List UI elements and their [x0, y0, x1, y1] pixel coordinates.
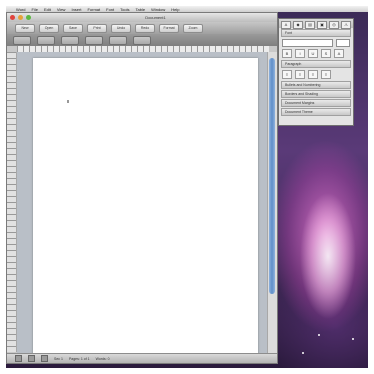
- gallery-tab[interactable]: [133, 35, 151, 45]
- word-count: Words: 0: [95, 356, 110, 361]
- section-indicator: Sec 1: [54, 356, 63, 361]
- font-name-field[interactable]: [282, 39, 333, 47]
- font-section[interactable]: Font: [281, 29, 351, 37]
- format-button[interactable]: Format: [159, 23, 179, 33]
- borders-section[interactable]: Borders and Shading: [281, 90, 351, 98]
- elements-gallery: [7, 34, 277, 46]
- menu-item-edit[interactable]: Edit: [44, 7, 51, 12]
- margins-section[interactable]: Document Margins: [281, 99, 351, 107]
- title-bar[interactable]: Document1: [7, 13, 277, 22]
- font-size-field[interactable]: [336, 39, 350, 47]
- paragraph-section[interactable]: Paragraph: [281, 60, 351, 68]
- document-page[interactable]: [33, 58, 258, 358]
- menu-item-format[interactable]: Format: [87, 7, 100, 12]
- close-button[interactable]: [10, 15, 15, 20]
- paragraph-row: ≡ ≡ ≡ ≡: [282, 70, 350, 79]
- strikethrough-button[interactable]: S: [321, 49, 331, 58]
- font-color-button[interactable]: A: [334, 49, 344, 58]
- gallery-tab[interactable]: [37, 35, 55, 45]
- print-layout-view-icon[interactable]: [41, 355, 48, 362]
- save-button[interactable]: Save: [63, 23, 83, 33]
- word-window: Document1 New Open Save Print Undo Redo …: [6, 12, 278, 364]
- citations-tab[interactable]: ▤: [305, 21, 315, 29]
- compatibility-tab[interactable]: ⚠: [341, 21, 351, 29]
- menu-item-view[interactable]: View: [57, 7, 66, 12]
- gallery-tab[interactable]: [85, 35, 103, 45]
- menu-item-file[interactable]: File: [31, 7, 37, 12]
- font-style-row: B I U S A: [282, 49, 350, 58]
- screen: Word File Edit View Insert Format Font T…: [6, 6, 368, 368]
- gallery-tab[interactable]: [13, 35, 31, 45]
- menu-item-help[interactable]: Help: [171, 7, 179, 12]
- align-center-button[interactable]: ≡: [295, 70, 305, 79]
- minimize-button[interactable]: [18, 15, 23, 20]
- vertical-ruler[interactable]: [7, 52, 17, 352]
- print-button[interactable]: Print: [87, 23, 107, 33]
- font-controls: [282, 39, 350, 47]
- vertical-scrollbar[interactable]: [267, 52, 277, 353]
- menu-item-tools[interactable]: Tools: [120, 7, 129, 12]
- document-canvas: [17, 52, 269, 358]
- scrollbar-thumb[interactable]: [269, 58, 275, 294]
- menu-item-font[interactable]: Font: [106, 7, 114, 12]
- text-cursor: [67, 100, 69, 103]
- menu-item-insert[interactable]: Insert: [71, 7, 81, 12]
- zoom-button[interactable]: [26, 15, 31, 20]
- undo-button[interactable]: Undo: [111, 23, 131, 33]
- italic-button[interactable]: I: [295, 49, 305, 58]
- menu-item-word[interactable]: Word: [16, 7, 25, 12]
- star: [352, 338, 354, 340]
- reference-tools-tab[interactable]: ◎: [329, 21, 339, 29]
- star: [318, 334, 320, 336]
- gallery-tab[interactable]: [109, 35, 127, 45]
- status-bar: Sec 1 Pages: 1 of 1 Words: 0: [7, 353, 277, 363]
- bullets-section[interactable]: Bullets and Numbering: [281, 81, 351, 89]
- page-count: Pages: 1 of 1: [68, 356, 90, 361]
- draft-view-icon[interactable]: [15, 355, 22, 362]
- align-right-button[interactable]: ≡: [308, 70, 318, 79]
- star: [302, 352, 304, 354]
- toolbox-tabs: A ◆ ▤ ▣ ◎ ⚠: [279, 19, 353, 29]
- justify-button[interactable]: ≡: [321, 70, 331, 79]
- window-title: Document1: [145, 15, 166, 20]
- zoom-select[interactable]: Zoom: [183, 23, 203, 33]
- menu-item-window[interactable]: Window: [151, 7, 165, 12]
- object-palette-tab[interactable]: ◆: [293, 21, 303, 29]
- underline-button[interactable]: U: [308, 49, 318, 58]
- gallery-tab[interactable]: [61, 35, 79, 45]
- theme-section[interactable]: Document Theme: [281, 108, 351, 116]
- menu-item-table[interactable]: Table: [136, 7, 146, 12]
- new-button[interactable]: New: [15, 23, 35, 33]
- standard-toolbar: New Open Save Print Undo Redo Format Zoo…: [7, 22, 277, 34]
- bold-button[interactable]: B: [282, 49, 292, 58]
- formatting-palette-tab[interactable]: A: [281, 21, 291, 29]
- open-button[interactable]: Open: [39, 23, 59, 33]
- toolbox-palette: A ◆ ▤ ▣ ◎ ⚠ Font B I U S A Paragraph ≡ ≡…: [278, 18, 354, 126]
- align-left-button[interactable]: ≡: [282, 70, 292, 79]
- scrapbook-tab[interactable]: ▣: [317, 21, 327, 29]
- redo-button[interactable]: Redo: [135, 23, 155, 33]
- outline-view-icon[interactable]: [28, 355, 35, 362]
